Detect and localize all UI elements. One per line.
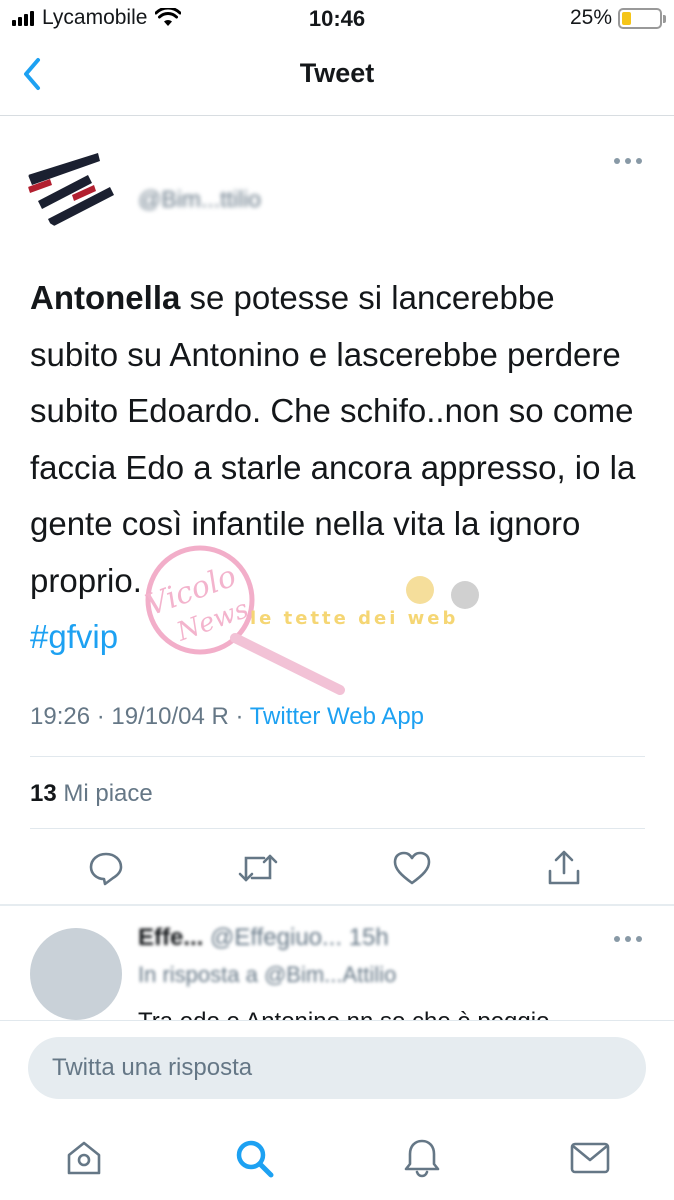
likes-label: Mi piace: [56, 780, 153, 807]
reply-time: 15h: [348, 924, 389, 951]
tweet-hashtag[interactable]: #gfvip: [30, 609, 650, 666]
divider: [30, 756, 645, 757]
like-icon: [393, 851, 431, 885]
likes-count: 13: [30, 780, 57, 807]
retweet-button[interactable]: [232, 842, 284, 894]
tab-search[interactable]: [230, 1134, 278, 1182]
author-handle[interactable]: @Bim...ttilio: [138, 186, 261, 213]
nav-bar: Tweet: [0, 40, 674, 116]
divider: [30, 828, 645, 829]
tweet-body: Antonella se potesse si lancerebbe subit…: [30, 270, 650, 666]
tweet-actions: [0, 842, 674, 894]
author-avatar[interactable]: [28, 135, 124, 231]
tweet-text: se potesse si lancerebbe subito su Anton…: [30, 279, 636, 599]
search-icon: [236, 1140, 274, 1178]
tweet-timestamp: 19:26 · 19/10/04 R ·: [30, 703, 250, 730]
notifications-icon: [404, 1139, 440, 1178]
reply-header: Effe... @Effegiuo... 15h: [138, 924, 389, 952]
likes-row[interactable]: 13 Mi piace: [30, 780, 153, 808]
like-button[interactable]: [386, 842, 438, 894]
reply-author[interactable]: Effe...: [138, 924, 203, 951]
tab-home[interactable]: [60, 1134, 108, 1182]
reply-handle[interactable]: @Effegiuo...: [210, 924, 342, 951]
status-right: 25%: [569, 6, 666, 30]
tweet-more-button[interactable]: [614, 158, 642, 164]
home-icon: [67, 1141, 101, 1175]
messages-icon: [570, 1142, 610, 1174]
reply-more-button[interactable]: [614, 936, 642, 942]
tweet-meta: 19:26 · 19/10/04 R · Twitter Web App: [30, 703, 424, 731]
status-bar: Lycamobile 10:46 25%: [0, 0, 674, 40]
battery-icon: [618, 7, 666, 29]
tab-notifications[interactable]: [398, 1134, 446, 1182]
tab-messages[interactable]: [566, 1134, 614, 1182]
page-title: Tweet: [299, 58, 375, 88]
reply-input[interactable]: [28, 1037, 646, 1099]
battery-percent: 25%: [569, 6, 612, 29]
reply-in-reply-to[interactable]: In risposta a @Bim...Attilio: [138, 962, 396, 988]
reply-composer: [0, 1020, 674, 1116]
tweet-source-link[interactable]: Twitter Web App: [250, 703, 424, 730]
reply-button[interactable]: [80, 842, 132, 894]
share-button[interactable]: [538, 842, 590, 894]
reply-icon: [89, 852, 123, 886]
section-separator: [0, 904, 674, 906]
tweet-mention[interactable]: Antonella: [30, 279, 180, 316]
reply-avatar[interactable]: [30, 928, 122, 1020]
tab-bar: [0, 1116, 674, 1200]
share-icon: [548, 850, 580, 885]
retweet-icon: [238, 854, 278, 882]
